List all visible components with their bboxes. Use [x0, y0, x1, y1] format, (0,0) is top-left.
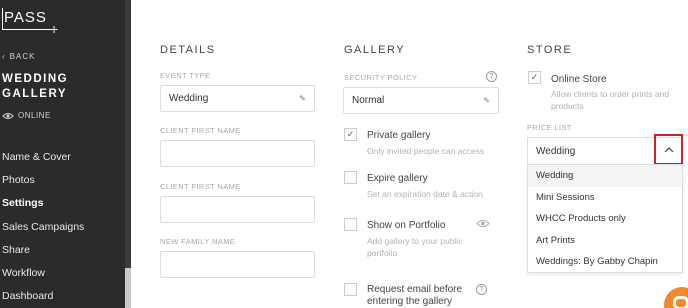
- request-email-title-2: entering the gallery: [367, 296, 453, 307]
- pencil-icon: ✎: [299, 94, 306, 103]
- expire-gallery-checkbox[interactable]: [344, 171, 357, 184]
- request-email-checkbox[interactable]: [344, 283, 357, 296]
- pencil-icon: ✎: [483, 96, 490, 105]
- help-icon[interactable]: ?: [476, 284, 487, 295]
- show-on-portfolio-desc-1: Add gallery to your public: [367, 236, 463, 246]
- security-policy-label: SECURITY POLICY: [344, 73, 418, 82]
- sidebar-item-dashboard[interactable]: Dashboard: [2, 289, 84, 308]
- private-gallery-checkbox[interactable]: ✓: [344, 128, 357, 141]
- chevron-left-icon: ‹: [2, 52, 6, 61]
- price-list-value: Wedding: [536, 146, 576, 157]
- client-first-name-2-field[interactable]: [160, 196, 315, 223]
- security-policy-value: Normal: [352, 95, 385, 106]
- details-heading: DETAILS: [160, 44, 216, 56]
- gallery-heading: GALLERY: [344, 44, 406, 56]
- expire-gallery-desc: Set an expiration date & action: [367, 189, 483, 199]
- dropdown-option[interactable]: WHCC Products only: [528, 208, 682, 230]
- sidebar-scroll-thumb[interactable]: [125, 268, 131, 308]
- private-gallery-title: Private gallery: [367, 130, 431, 141]
- security-policy-select[interactable]: Normal ✎: [343, 87, 499, 114]
- sidebar-item-sales-campaigns[interactable]: Sales Campaigns: [2, 220, 84, 243]
- client-first-name-field[interactable]: [160, 140, 315, 167]
- chevron-up-icon: [664, 146, 673, 152]
- client-first-name-label: CLIENT FIRST NAME: [160, 126, 241, 135]
- sidebar-item-share[interactable]: Share: [2, 243, 84, 266]
- event-type-label: EVENT TYPE: [160, 71, 211, 80]
- price-list-label: PRICE LIST: [527, 123, 572, 132]
- dropdown-option[interactable]: Weddings: By Gabby Chapin: [528, 251, 682, 273]
- online-store-desc-1: Allow clients to order prints and: [551, 89, 670, 99]
- event-type-value: Wedding: [169, 93, 209, 104]
- new-family-name-label: NEW FAMILY NAME: [160, 237, 236, 246]
- online-store-title: Online Store: [551, 74, 607, 85]
- back-label: BACK: [9, 52, 36, 61]
- price-list-dropdown: Wedding Mini Sessions WHCC Products only…: [527, 164, 683, 273]
- sidebar-nav: Name & Cover Photos Settings Sales Campa…: [2, 150, 84, 308]
- store-heading: STORE: [527, 44, 573, 56]
- eye-icon: [2, 112, 14, 119]
- dropdown-option[interactable]: Mini Sessions: [528, 187, 682, 209]
- price-list-toggle[interactable]: [654, 134, 683, 165]
- chat-icon: [673, 296, 688, 308]
- sidebar-item-settings[interactable]: Settings: [2, 196, 84, 219]
- dropdown-option[interactable]: Art Prints: [528, 230, 682, 252]
- request-email-title-1: Request email before: [367, 284, 463, 295]
- show-on-portfolio-desc-2: portfolio: [367, 248, 398, 258]
- new-family-name-field[interactable]: [160, 251, 315, 278]
- online-store-checkbox[interactable]: ✓: [528, 71, 541, 84]
- status-label: ONLINE: [18, 111, 51, 120]
- sidebar-item-name-cover[interactable]: Name & Cover: [2, 150, 84, 173]
- show-on-portfolio-title: Show on Portfolio: [367, 220, 446, 231]
- show-on-portfolio-checkbox[interactable]: [344, 218, 357, 231]
- logo-plus-icon: +: [50, 21, 59, 37]
- eye-icon[interactable]: [476, 219, 490, 228]
- sidebar-item-workflow[interactable]: Workflow: [2, 266, 84, 289]
- back-link[interactable]: ‹ BACK: [2, 52, 35, 61]
- online-store-desc-2: products: [551, 101, 584, 111]
- gallery-title: WEDDING GALLERY: [2, 73, 69, 100]
- help-icon[interactable]: ?: [486, 71, 497, 82]
- pass-logo[interactable]: PASS +: [2, 8, 60, 36]
- expire-gallery-title: Expire gallery: [367, 173, 428, 184]
- logo-frame: [2, 8, 54, 30]
- event-type-field[interactable]: Wedding ✎: [160, 85, 315, 112]
- sidebar: PASS + ‹ BACK WEDDING GALLERY ONLINE Nam…: [0, 0, 131, 308]
- private-gallery-desc: Only invited people can access: [367, 146, 485, 156]
- dropdown-option[interactable]: Wedding: [528, 165, 682, 187]
- sidebar-scroll-track[interactable]: [125, 0, 131, 268]
- sidebar-item-photos[interactable]: Photos: [2, 173, 84, 196]
- online-status[interactable]: ONLINE: [2, 111, 51, 120]
- client-first-name-2-label: CLIENT FIRST NAME: [160, 182, 241, 191]
